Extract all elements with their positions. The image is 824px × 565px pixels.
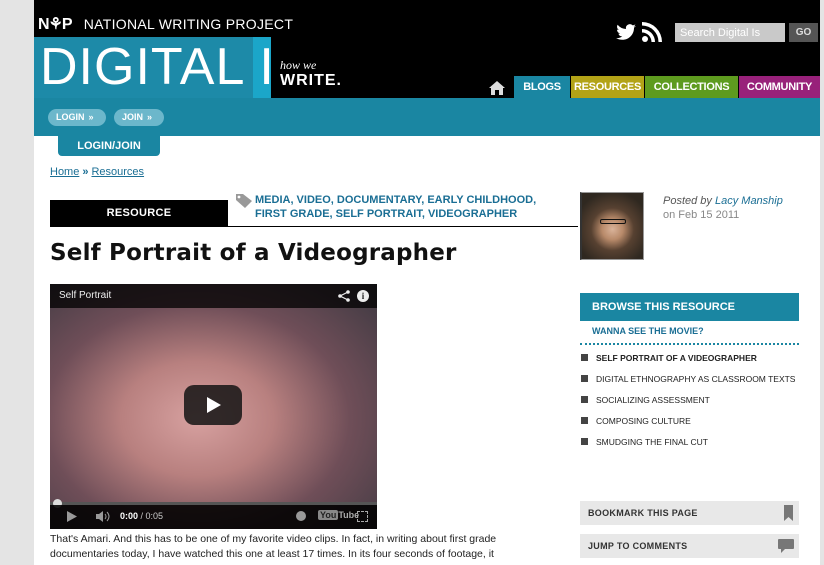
page-title: Self Portrait of a Videographer bbox=[50, 240, 457, 266]
square-bullet-icon bbox=[581, 354, 588, 361]
video-time: 0:00 / 0:05 bbox=[120, 511, 163, 521]
resource-tags[interactable]: MEDIA, VIDEO, DOCUMENTARY, EARLY CHILDHO… bbox=[255, 193, 555, 221]
time-total: / 0:05 bbox=[140, 511, 164, 521]
list-item[interactable]: SOCIALIZING ASSESSMENT bbox=[580, 393, 799, 407]
bookmark-button[interactable]: BOOKMARK THIS PAGE bbox=[580, 501, 799, 525]
search-go-button[interactable]: GO bbox=[789, 23, 818, 42]
list-item-label: DIGITAL ETHNOGRAPHY AS CLASSROOM TEXTS bbox=[596, 374, 796, 384]
video-controls: 0:00 / 0:05 You Tube bbox=[50, 505, 377, 529]
org-name: NATIONAL WRITING PROJECT bbox=[83, 16, 294, 32]
list-item[interactable]: SELF PORTRAIT OF A VIDEOGRAPHER bbox=[580, 351, 799, 365]
rss-icon[interactable] bbox=[642, 22, 662, 42]
nav-collections[interactable]: COLLECTIONS bbox=[645, 76, 738, 98]
youtube-logo[interactable]: You Tube bbox=[318, 510, 359, 520]
video-title[interactable]: Self Portrait bbox=[59, 290, 111, 301]
tagline-big: WRITE. bbox=[280, 72, 342, 89]
list-item-label: SMUDGING THE FINAL CUT bbox=[596, 437, 708, 447]
breadcrumb-home[interactable]: Home bbox=[50, 166, 79, 178]
avatar-glasses bbox=[600, 219, 626, 224]
chevron-right-icon: » bbox=[88, 112, 94, 122]
browse-header: BROWSE THIS RESOURCE bbox=[580, 293, 799, 321]
brand-is: IS bbox=[253, 37, 271, 98]
nav-blogs[interactable]: BLOGS bbox=[514, 76, 570, 98]
tags-line-1[interactable]: MEDIA, VIDEO, DOCUMENTARY, EARLY CHILDHO… bbox=[255, 193, 555, 207]
chevron-right-icon: » bbox=[147, 112, 153, 122]
join-button[interactable]: JOIN» bbox=[114, 109, 164, 126]
nav-resources[interactable]: RESOURCES bbox=[571, 76, 644, 98]
square-bullet-icon bbox=[581, 438, 588, 445]
square-bullet-icon bbox=[581, 375, 588, 382]
control-play-icon[interactable] bbox=[66, 511, 77, 522]
author-link[interactable]: Lacy Manship bbox=[715, 195, 783, 207]
comments-label: JUMP TO COMMENTS bbox=[588, 541, 688, 551]
resource-list: SELF PORTRAIT OF A VIDEOGRAPHER DIGITAL … bbox=[580, 351, 799, 456]
avatar[interactable] bbox=[580, 192, 644, 260]
posted-by-label: Posted by bbox=[663, 195, 712, 207]
fullscreen-icon[interactable] bbox=[357, 511, 368, 522]
list-item-label: COMPOSING CULTURE bbox=[596, 416, 691, 426]
square-bullet-icon bbox=[581, 396, 588, 403]
play-button[interactable] bbox=[184, 385, 242, 425]
bookmark-icon bbox=[784, 505, 793, 521]
site-header: N⚘P NATIONAL WRITING PROJECT DIGITALIS h… bbox=[34, 0, 820, 98]
list-item-label: SOCIALIZING ASSESSMENT bbox=[596, 395, 710, 405]
tagline-small: how we bbox=[280, 58, 317, 72]
youtube-you: You bbox=[318, 510, 339, 520]
dotted-divider bbox=[580, 343, 799, 345]
play-icon bbox=[207, 397, 221, 413]
login-button[interactable]: LOGIN» bbox=[48, 109, 106, 126]
login-join-tab[interactable]: LOGIN/JOIN bbox=[58, 136, 160, 156]
login-label: LOGIN bbox=[56, 112, 85, 122]
nav-community[interactable]: COMMUNITY bbox=[739, 76, 820, 98]
page: N⚘P NATIONAL WRITING PROJECT DIGITALIS h… bbox=[34, 0, 820, 565]
tag-icon bbox=[236, 194, 252, 208]
tags-line-2[interactable]: FIRST GRADE, SELF PORTRAIT, VIDEOGRAPHER bbox=[255, 207, 555, 221]
breadcrumb-separator: » bbox=[82, 166, 89, 178]
brand-digital: DIGITAL bbox=[40, 38, 246, 96]
volume-icon[interactable] bbox=[96, 511, 110, 522]
bookmark-label: BOOKMARK THIS PAGE bbox=[588, 508, 698, 518]
info-icon[interactable]: i bbox=[357, 290, 369, 302]
video-player[interactable]: Self Portrait i 0:00 / 0:05 You Tube bbox=[50, 284, 377, 529]
share-icon[interactable] bbox=[338, 290, 350, 302]
divider bbox=[50, 226, 578, 227]
nwp-logo-link[interactable]: N⚘P NATIONAL WRITING PROJECT bbox=[38, 14, 293, 34]
gear-icon[interactable] bbox=[296, 511, 306, 521]
list-item-label: SELF PORTRAIT OF A VIDEOGRAPHER bbox=[596, 353, 757, 363]
join-label: JOIN bbox=[122, 112, 144, 122]
posted-by: Posted by Lacy Manship bbox=[663, 195, 783, 207]
list-item[interactable]: SMUDGING THE FINAL CUT bbox=[580, 435, 799, 449]
comment-icon bbox=[778, 539, 794, 553]
search-input[interactable] bbox=[675, 23, 785, 42]
time-current: 0:00 bbox=[120, 511, 139, 521]
jump-to-comments-button[interactable]: JUMP TO COMMENTS bbox=[580, 534, 799, 558]
nwp-logo: N⚘P bbox=[38, 16, 73, 33]
twitter-icon[interactable] bbox=[616, 24, 636, 40]
resource-type-label: RESOURCE bbox=[50, 200, 228, 226]
square-bullet-icon bbox=[581, 417, 588, 424]
list-item[interactable]: DIGITAL ETHNOGRAPHY AS CLASSROOM TEXTS bbox=[580, 372, 799, 386]
wanna-see-link[interactable]: WANNA SEE THE MOVIE? bbox=[592, 326, 704, 336]
breadcrumb: Home» Resources bbox=[50, 166, 144, 178]
posted-date: on Feb 15 2011 bbox=[663, 209, 740, 221]
breadcrumb-resources[interactable]: Resources bbox=[91, 166, 144, 178]
list-item[interactable]: COMPOSING CULTURE bbox=[580, 414, 799, 428]
home-icon[interactable] bbox=[489, 81, 505, 95]
body-paragraph: That's Amari. And this has to be one of … bbox=[50, 533, 497, 560]
digital-is-logo[interactable]: DIGITALIS bbox=[34, 37, 271, 98]
